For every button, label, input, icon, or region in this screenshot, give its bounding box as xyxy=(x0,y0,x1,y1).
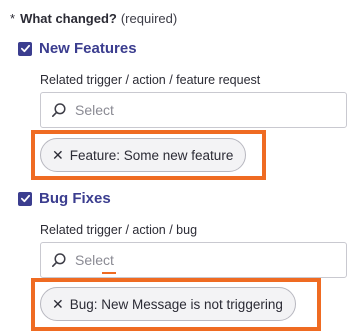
bug-field-label: Related trigger / action / bug xyxy=(40,223,198,237)
feature-chip: ✕ Feature: Some new feature xyxy=(40,138,247,172)
close-icon[interactable]: ✕ xyxy=(52,297,64,311)
page: * What changed? (required) New Features Re… xyxy=(0,0,357,335)
bug-fixes-label: Bug Fixes xyxy=(39,190,111,207)
checkmark-icon xyxy=(20,44,30,53)
bug-chip: ✕ Bug: New Message is not triggering xyxy=(40,287,296,321)
bug-chip-text: Bug: New Message is not triggering xyxy=(69,296,283,312)
question-title: What changed? xyxy=(20,11,117,26)
feature-chip-text: Feature: Some new feature xyxy=(69,147,234,163)
question-label: * What changed? (required) xyxy=(10,11,177,26)
checkbox-checked[interactable] xyxy=(18,41,32,56)
highlight-stub xyxy=(102,272,116,274)
close-icon[interactable]: ✕ xyxy=(52,148,64,162)
required-asterisk: * xyxy=(10,11,16,26)
select-placeholder: Select xyxy=(75,102,114,118)
checkbox-checked[interactable] xyxy=(18,191,32,206)
search-icon xyxy=(51,253,66,267)
required-hint: (required) xyxy=(120,11,178,26)
checkmark-icon xyxy=(20,194,30,203)
bug-select[interactable]: Select xyxy=(40,242,347,278)
new-features-checkbox[interactable]: New Features xyxy=(18,40,137,57)
new-features-label: New Features xyxy=(39,40,137,57)
search-icon xyxy=(51,103,66,117)
select-placeholder: Select xyxy=(75,252,114,268)
feature-request-field-label: Related trigger / action / feature reque… xyxy=(40,73,261,87)
bug-fixes-checkbox[interactable]: Bug Fixes xyxy=(18,190,111,207)
feature-request-select[interactable]: Select xyxy=(40,92,347,128)
